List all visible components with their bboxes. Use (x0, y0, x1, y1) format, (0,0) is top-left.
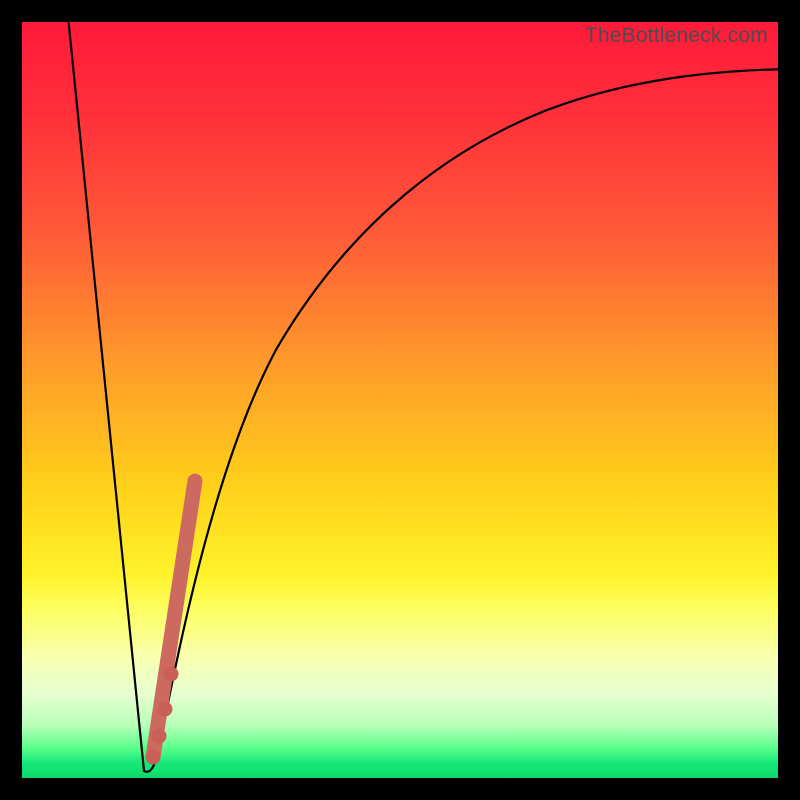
marker-dot-icon (152, 729, 167, 744)
chart-svg (22, 22, 778, 778)
marker-dot-icon (146, 750, 161, 765)
marker-segment (153, 481, 195, 757)
bottleneck-curve (68, 16, 792, 772)
chart-frame: TheBottleneck.com (22, 22, 778, 778)
marker-dot-icon (164, 667, 179, 682)
marker-dot-icon (158, 702, 173, 717)
